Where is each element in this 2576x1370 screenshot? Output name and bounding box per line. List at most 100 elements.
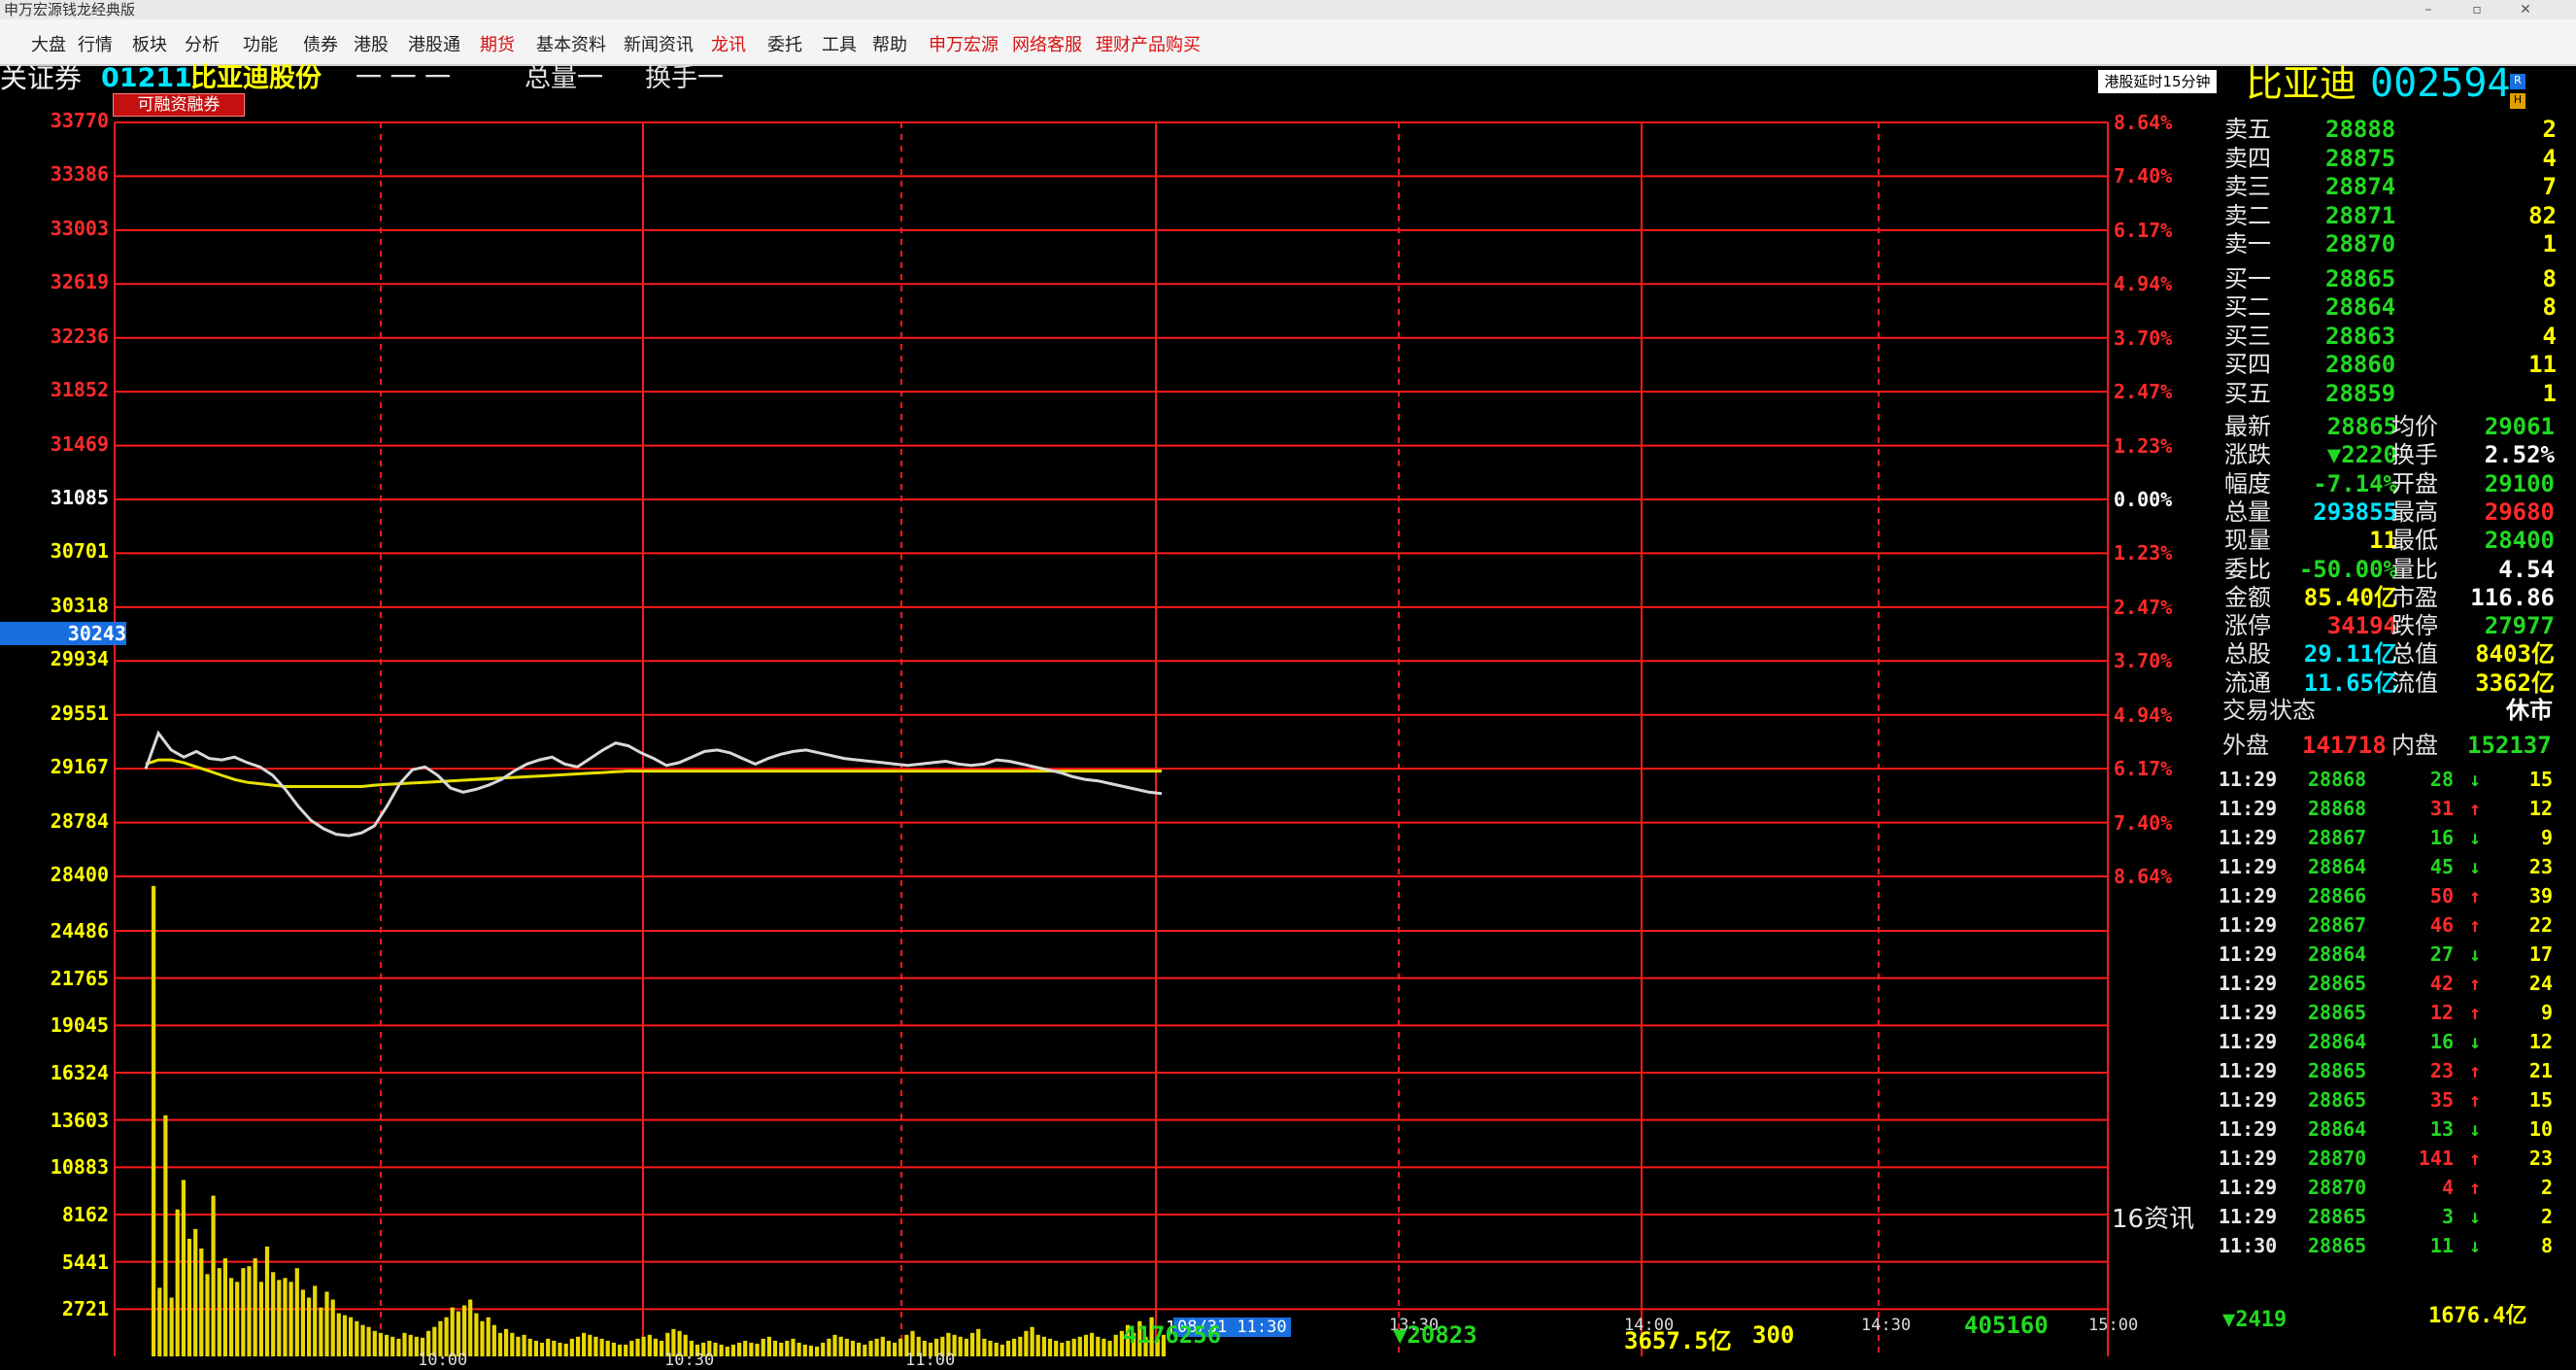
volume-bar	[976, 1328, 981, 1356]
quote-v1: 29.11亿	[2303, 640, 2397, 668]
price-tick-label: 30701	[50, 539, 109, 564]
order-book-vol: 4	[2542, 322, 2557, 350]
tick-row[interactable]: 11:29 28868 28 15 ↓	[2219, 766, 2568, 793]
volume-bar	[874, 1338, 879, 1356]
menu-item[interactable]: 债券	[303, 31, 338, 56]
close-icon[interactable]: ✕	[2506, 0, 2545, 19]
tick-t: 11:29	[2219, 1059, 2278, 1082]
order-book-price[interactable]: 28874	[2325, 172, 2395, 201]
tick-row[interactable]: 11:29 28865 3 2 ↓	[2219, 1203, 2568, 1230]
tick-t: 11:29	[2219, 1088, 2278, 1112]
order-book-price[interactable]: 28871	[2325, 201, 2395, 230]
menu-item[interactable]: 基本资料	[536, 31, 606, 56]
order-book-price[interactable]: 28875	[2325, 144, 2395, 173]
menu-item[interactable]: 板块	[132, 31, 167, 56]
tick-p: 28865	[2308, 1205, 2367, 1228]
volume-bar	[886, 1340, 891, 1356]
info-button[interactable]: 16资讯	[2112, 1199, 2194, 1235]
volume-bar	[336, 1313, 341, 1356]
arrow-up-icon: ↑	[2469, 913, 2482, 937]
turnover-label: 换手一	[645, 63, 724, 93]
menu-item[interactable]: 分析	[185, 31, 220, 56]
total-volume-label: 总量一	[525, 63, 603, 93]
tick-row[interactable]: 11:29 28870 141 23 ↑	[2219, 1145, 2568, 1172]
quote-v2: 2.52%	[2484, 441, 2555, 469]
volume-bar	[462, 1305, 467, 1356]
tick-row[interactable]: 11:29 28865 23 21 ↑	[2219, 1057, 2568, 1084]
stock-name: 比亚迪股份	[190, 63, 322, 93]
tick-row[interactable]: 11:29 28864 16 12 ↓	[2219, 1028, 2568, 1055]
volume-bar	[193, 1228, 198, 1356]
volume-bar	[402, 1332, 407, 1356]
volume-bar	[229, 1278, 234, 1356]
quote-v1: 34194	[2326, 612, 2397, 640]
tick-row[interactable]: 11:29 28865 42 24 ↑	[2219, 970, 2568, 997]
menu-item[interactable]: 新闻资讯	[624, 31, 694, 56]
volume-bar	[271, 1272, 276, 1356]
order-book-price[interactable]: 28865	[2325, 264, 2395, 293]
menu-item[interactable]: 龙讯	[711, 31, 746, 56]
minimize-icon[interactable]: –	[2409, 0, 2448, 19]
restore-icon[interactable]: ▫	[2457, 0, 2496, 19]
volume-bar	[552, 1340, 557, 1356]
volume-bar	[766, 1336, 771, 1356]
menu-item[interactable]: 委托	[767, 31, 802, 56]
arrow-up-icon: ↑	[2469, 1176, 2482, 1199]
order-book-vol: 8	[2542, 293, 2557, 321]
quote-l2: 市盈	[2391, 583, 2438, 611]
volume-bar	[1035, 1334, 1040, 1356]
menu-item[interactable]: 港股通	[408, 31, 460, 56]
volume-bar	[408, 1334, 413, 1356]
tick-row[interactable]: 11:29 28868 31 12 ↑	[2219, 795, 2568, 822]
volume-bar	[186, 1239, 192, 1356]
volume-bar	[181, 1180, 186, 1356]
tick-row[interactable]: 11:29 28864 27 17 ↓	[2219, 941, 2568, 968]
tick-row[interactable]: 11:29 28865 35 15 ↑	[2219, 1086, 2568, 1113]
tick-row[interactable]: 11:29 28867 16 9 ↓	[2219, 824, 2568, 851]
volume-bar	[1041, 1336, 1046, 1356]
volume-bar	[1012, 1338, 1017, 1356]
price-line	[144, 730, 1163, 838]
tick-row[interactable]: 11:29 28867 46 22 ↑	[2219, 911, 2568, 939]
menu-item[interactable]: 申万宏源	[929, 31, 999, 56]
tick-n: 8	[2540, 1234, 2553, 1257]
menu-item[interactable]: 行情	[78, 31, 113, 56]
margin-badge[interactable]: 可融资融券	[113, 93, 245, 117]
percent-tick-label: 6.17%	[2114, 757, 2173, 781]
volume-bar	[857, 1342, 862, 1356]
footer-buy: 405160	[1964, 1312, 2049, 1339]
order-book-vol: 1	[2542, 379, 2557, 407]
tick-row[interactable]: 11:29 28864 13 10 ↓	[2219, 1115, 2568, 1143]
volume-bar	[474, 1313, 479, 1356]
menu-item[interactable]: 功能	[243, 31, 278, 56]
tick-row[interactable]: 11:29 28866 50 39 ↑	[2219, 882, 2568, 909]
tick-row[interactable]: 11:29 28865 12 9 ↑	[2219, 999, 2568, 1026]
menu-item[interactable]: 网络客服	[1012, 31, 1082, 56]
order-book-price[interactable]: 28864	[2325, 292, 2395, 322]
menu-item[interactable]: 工具	[822, 31, 857, 56]
menu-item[interactable]: 港股	[354, 31, 389, 56]
order-book-label: 买一	[2224, 264, 2271, 292]
volume-bar	[372, 1330, 377, 1356]
menu-item[interactable]: 期货	[480, 31, 515, 56]
percent-tick-label: 1.23%	[2114, 433, 2173, 458]
order-book-price[interactable]: 28860	[2325, 350, 2395, 379]
intraday-chart[interactable]	[0, 0, 2576, 1361]
order-book-price[interactable]: 28870	[2325, 229, 2395, 258]
menu-item[interactable]: 帮助	[872, 31, 907, 56]
tick-row[interactable]: 11:29 28864 45 23 ↓	[2219, 853, 2568, 880]
volume-bar	[730, 1344, 735, 1356]
arrow-up-icon: ↑	[2469, 797, 2482, 820]
quote-l1: 最新	[2224, 413, 2271, 440]
volume-bar	[366, 1326, 371, 1356]
order-book-price[interactable]: 28888	[2325, 115, 2395, 144]
menu-item[interactable]: 理财产品购买	[1096, 31, 1201, 56]
price-tick-label: 29934	[50, 647, 109, 671]
menu-item[interactable]: 大盘	[31, 31, 66, 56]
trade-status: 交易状态	[2222, 696, 2316, 725]
order-book-price[interactable]: 28859	[2325, 379, 2395, 408]
tick-row[interactable]: 11:29 28870 4 2 ↑	[2219, 1174, 2568, 1201]
volume-bar	[880, 1336, 885, 1356]
order-book-price[interactable]: 28863	[2325, 322, 2395, 351]
tick-row[interactable]: 11:30 28865 11 8 ↓	[2219, 1232, 2568, 1259]
